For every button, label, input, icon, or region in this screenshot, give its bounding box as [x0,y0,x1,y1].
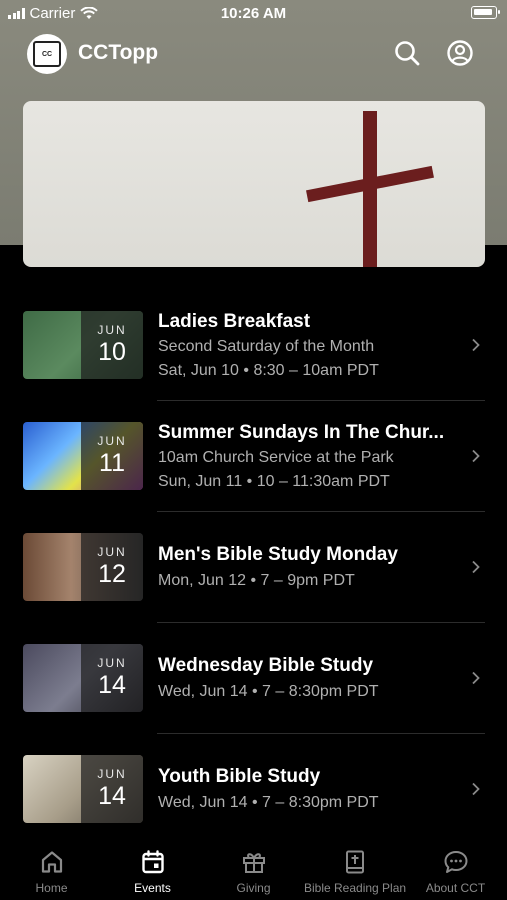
event-datetime: Wed, Jun 14 • 7 – 8:30pm PDT [158,794,379,811]
event-row[interactable]: JUN 14 Wednesday Bible Study Wed, Jun 14… [0,622,507,733]
church-logo[interactable]: CC [27,34,67,74]
tab-events[interactable]: Events [102,840,203,900]
event-datetime: Sat, Jun 10 • 8:30 – 10am PDT [158,362,379,379]
event-title: Ladies Breakfast [158,311,311,332]
chevron-right-icon [472,560,480,574]
chevron-right-icon [472,449,480,463]
event-datetime: Wed, Jun 14 • 7 – 8:30pm PDT [158,683,379,700]
date-badge: JUN 14 [81,755,143,823]
event-row[interactable]: JUN 14 Youth Bible Study Wed, Jun 14 • 7… [0,733,507,844]
events-list: JUN 10 Ladies Breakfast Second Saturday … [0,289,507,844]
status-time: 10:26 AM [220,5,287,22]
date-month: JUN [97,656,127,670]
battery-icon [471,6,500,19]
hero-banner-image [23,101,485,267]
logo-mark: CC [33,41,61,67]
date-day: 10 [98,338,126,366]
chevron-right-icon [472,671,480,685]
date-day: 11 [99,449,125,477]
bottom-tab-bar: Home Events Giving Bible Reading Plan Ab… [0,840,507,900]
app-header: CC CCTopp [0,32,507,74]
tab-label: About CCT [425,881,486,895]
event-row[interactable]: JUN 10 Ladies Breakfast Second Saturday … [0,289,507,400]
home-icon [41,851,62,873]
tab-label: Bible Reading Plan [304,881,407,895]
event-title: Men's Bible Study Monday [158,544,398,565]
date-month: JUN [97,434,127,448]
date-day: 14 [98,782,126,810]
event-thumbnail: JUN 14 [23,644,143,712]
status-bar: Carrier 10:26 AM [0,0,507,28]
tab-label: Giving [236,881,271,895]
event-row[interactable]: JUN 11 Summer Sundays In The Chur... 10a… [0,400,507,511]
calendar-icon [141,850,164,874]
event-datetime: Sun, Jun 11 • 10 – 11:30am PDT [158,473,390,490]
bible-icon [345,850,364,874]
tab-bible-reading-plan[interactable]: Bible Reading Plan [304,840,407,900]
date-badge: JUN 11 [81,422,143,490]
app-title: CCTopp [78,41,159,64]
event-title: Wednesday Bible Study [158,655,374,676]
date-badge: JUN 14 [81,644,143,712]
tab-label: Events [134,881,171,895]
tab-about[interactable]: About CCT [405,840,506,900]
chevron-right-icon [472,338,480,352]
profile-icon[interactable] [445,38,475,68]
gift-icon [242,853,265,873]
tab-home[interactable]: Home [1,840,102,900]
date-month: JUN [97,767,127,781]
event-row[interactable]: JUN 12 Men's Bible Study Monday Mon, Jun… [0,511,507,622]
event-datetime: Mon, Jun 12 • 7 – 9pm PDT [158,572,355,589]
event-title: Youth Bible Study [158,766,321,787]
event-subtitle: Second Saturday of the Month [158,338,375,355]
date-badge: JUN 10 [81,311,143,379]
date-day: 12 [98,560,126,588]
chat-bubble-icon [444,851,467,873]
tab-giving[interactable]: Giving [203,840,304,900]
chevron-right-icon [472,782,480,796]
event-subtitle: 10am Church Service at the Park [158,449,394,466]
event-title: Summer Sundays In The Chur... [158,422,445,443]
tab-label: Home [35,881,68,895]
date-month: JUN [97,545,127,559]
event-thumbnail: JUN 11 [23,422,143,490]
date-month: JUN [97,323,127,337]
event-thumbnail: JUN 10 [23,311,143,379]
search-icon[interactable] [392,38,422,68]
date-badge: JUN 12 [81,533,143,601]
event-thumbnail: JUN 12 [23,533,143,601]
date-day: 14 [98,671,126,699]
event-thumbnail: JUN 14 [23,755,143,823]
